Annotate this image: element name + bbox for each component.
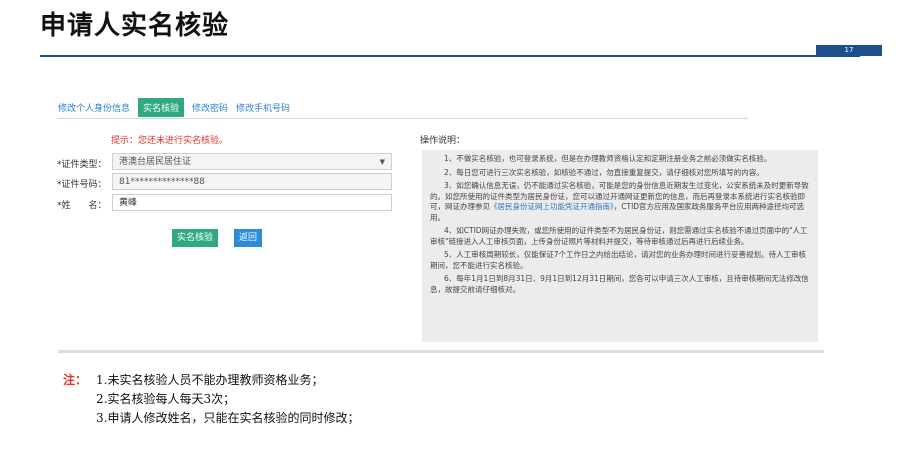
- instruction-item: 2、每日您可进行三次实名核验，如核验不通过，勿直接重复提交，请仔细核对您所填写的…: [444, 167, 764, 177]
- id-type-value: 港澳台居民居住证: [119, 157, 192, 167]
- slide-title: 申请人实名核验: [40, 11, 230, 41]
- id-type-select[interactable]: 港澳台居民居住证 ▼: [112, 153, 392, 170]
- instruction-item: 3、如您确认信息无误，仍不能通过实名核验，可能是您的身份信息近期发生过变化，公安…: [430, 181, 809, 222]
- id-number-label: *证件号码：: [57, 180, 107, 190]
- tab-edit-identity[interactable]: 修改个人身份信息: [58, 101, 130, 114]
- title-rule: [40, 55, 860, 57]
- tab-bar: 修改个人身份信息 实名核验 修改密码 修改手机号码: [58, 97, 290, 117]
- instructions-title: 操作说明：: [420, 136, 466, 146]
- page-number: 17: [816, 45, 882, 56]
- id-type-label: *证件类型：: [57, 160, 107, 170]
- instruction-item: 4、如CTID网证办理失败，或您所使用的证件类型不为居民身份证，则您需通过实名核…: [430, 226, 808, 246]
- verify-button[interactable]: 实名核验: [172, 229, 218, 247]
- tab-change-password[interactable]: 修改密码: [192, 101, 228, 114]
- tab-divider: [58, 118, 748, 119]
- note-head: 注：: [63, 373, 88, 387]
- note-line: 2.实名核验每人每天3次；: [96, 392, 236, 406]
- instruction-item: 1、不做实名核验，也可登录系统，但是在办理教师资格认定和定期注册业务之前必须做实…: [444, 154, 772, 163]
- name-label: *姓 名：: [57, 201, 107, 211]
- id-number-field[interactable]: 81**************88: [112, 173, 392, 190]
- verify-hint: 提示：您还未进行实名核验。: [111, 136, 229, 146]
- note-line: 3.申请人修改姓名，只能在实名核验的同时修改；: [96, 411, 360, 425]
- instructions-panel: 1、不做实名核验，也可登录系统，但是在办理教师资格认定和定期注册业务之前必须做实…: [422, 150, 818, 342]
- guide-link[interactable]: 《居民身份证网上功能凭证开通指南》: [490, 202, 614, 211]
- tab-realname-verify[interactable]: 实名核验: [138, 97, 185, 117]
- note-line: 1.未实名核验人员不能办理教师资格业务；: [96, 373, 324, 387]
- panel-bottom-rule: [58, 350, 824, 353]
- instruction-item: 5、人工审核周期较长，仅能保证7个工作日之内给出结论，请对您的业务办理时间进行妥…: [430, 250, 807, 270]
- tab-change-phone[interactable]: 修改手机号码: [236, 101, 290, 114]
- name-field[interactable]: 黄峰: [112, 194, 392, 211]
- instruction-item: 6、每年1月1日到8月31日、9月1日到12月31日期间，您各可以申请三次人工审…: [430, 274, 809, 294]
- back-button[interactable]: 返回: [234, 229, 262, 247]
- chevron-down-icon: ▼: [379, 158, 385, 166]
